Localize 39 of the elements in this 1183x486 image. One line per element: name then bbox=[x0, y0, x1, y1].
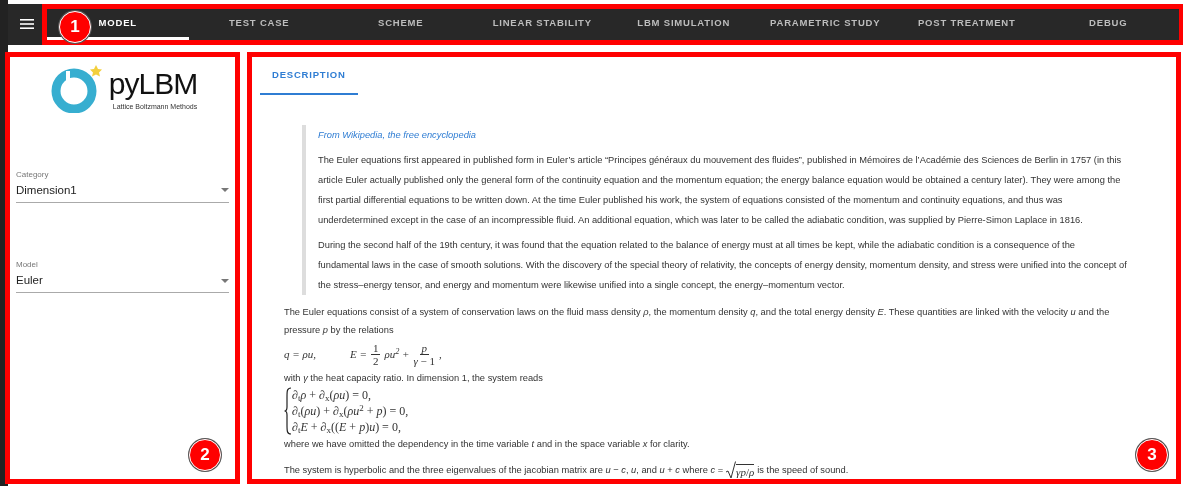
nav-tab[interactable]: POST TREATMENT bbox=[896, 9, 1038, 40]
select-field[interactable]: Euler bbox=[16, 271, 229, 294]
quote-source: From Wikipedia, the free encyclopedia bbox=[318, 129, 478, 142]
paragraph: The Euler equations consist of a system of conservation laws on the fluid mass density ρ, the momentum density q, and the total energy density E. These quantities are linked with the velocity u and the pressure p by the relations bbox=[284, 306, 1111, 337]
caret-icon bbox=[221, 188, 229, 193]
field-label: Category bbox=[16, 168, 50, 181]
radical-icon bbox=[726, 461, 737, 479]
square-root: γp/ρ bbox=[726, 461, 755, 479]
field-label: Model bbox=[16, 259, 39, 271]
quote-paragraph: During the second half of the 19th century, it was found that the equation related to the balance of energy must at all times be kept, while the adiabatic condition is a consequence of the fundamental laws in the case of smooth solutions. With the discovery of the special theory of relativity, the concepts of energy density, momentum density, and stress were unified into the concept of the stress–energy tensor, and energy and momentum were likewise unified into a single concept, the energy–momentum vector. bbox=[318, 239, 1128, 292]
quote-paragraph: The Euler equations first appeared in published form in Euler’s article “Principes généraux du mouvement des fluides”, published in Mémoires de l’Académie des Sciences de Berlin in 1757 (in this article Euler actually published only the general form of the continuity equation and the momentum equation; the energy balance equation would be obtained a century later). They were among the first partial differential equations to be written down. At the time Euler published his work, the system of equations consisted of the momentum and continuity equations, and thus was underdetermined except in the case of an incompressible fluid. An additional equation, which was later to be called the adiabatic condition, was supplied by Pierre-Simon Laplace in 1816. bbox=[318, 154, 1123, 227]
step-badge: 2 bbox=[189, 439, 221, 471]
paragraph: is the speed of sound. bbox=[757, 464, 849, 477]
nav-tab[interactable]: PARAMETRIC STUDY bbox=[754, 9, 896, 40]
menu-icon[interactable] bbox=[20, 18, 34, 31]
equation: ∂$_{t}$(ρu) + ∂$_{x}$(ρu$^{2}$ + p) = 0, bbox=[292, 403, 409, 419]
equation: ∂$_{t}$ρ + ∂$_{x}$(ρu) = 0, bbox=[292, 387, 372, 403]
fraction: p γ − 1 bbox=[413, 341, 436, 367]
paragraph: with γ the heat capacity ratio. In dimension 1, the system reads bbox=[284, 372, 544, 385]
select-field[interactable]: Dimension1 bbox=[16, 180, 229, 203]
step-badge: 3 bbox=[1136, 439, 1168, 471]
paragraph: The system is hyperbolic and the three eigenvalues of the jacobian matrix are u − c, u, and u + c where c = bbox=[284, 464, 724, 477]
formula-text: ρu$^{2}$ + bbox=[384, 345, 410, 362]
nav-tab[interactable]: SCHEME bbox=[330, 9, 472, 40]
nav-tab[interactable]: TEST CASE bbox=[188, 9, 330, 40]
formula-text: q = ρu, bbox=[284, 347, 316, 362]
nav-tab[interactable]: LBM SIMULATION bbox=[613, 9, 755, 40]
nav-tab[interactable]: LINEAR STABILITY bbox=[471, 9, 613, 40]
equation: ∂$_{t}$E + ∂$_{x}$((E + p)u) = 0, bbox=[292, 419, 402, 435]
step-badge: 1 bbox=[59, 11, 91, 43]
formula-text: , bbox=[439, 347, 442, 362]
caret-icon bbox=[221, 278, 229, 283]
formula-text: E = bbox=[349, 347, 367, 362]
content-tab[interactable]: DESCRIPTION bbox=[260, 57, 358, 95]
fraction: 1 2 bbox=[370, 341, 381, 367]
brace-icon bbox=[284, 387, 292, 435]
paragraph: where we have omitted the dependency in the time variable t and in the space variable x for clarity. bbox=[284, 438, 691, 451]
nav-tab[interactable]: DEBUG bbox=[1037, 9, 1179, 40]
logo-text: pyLBM bbox=[108, 66, 198, 101]
